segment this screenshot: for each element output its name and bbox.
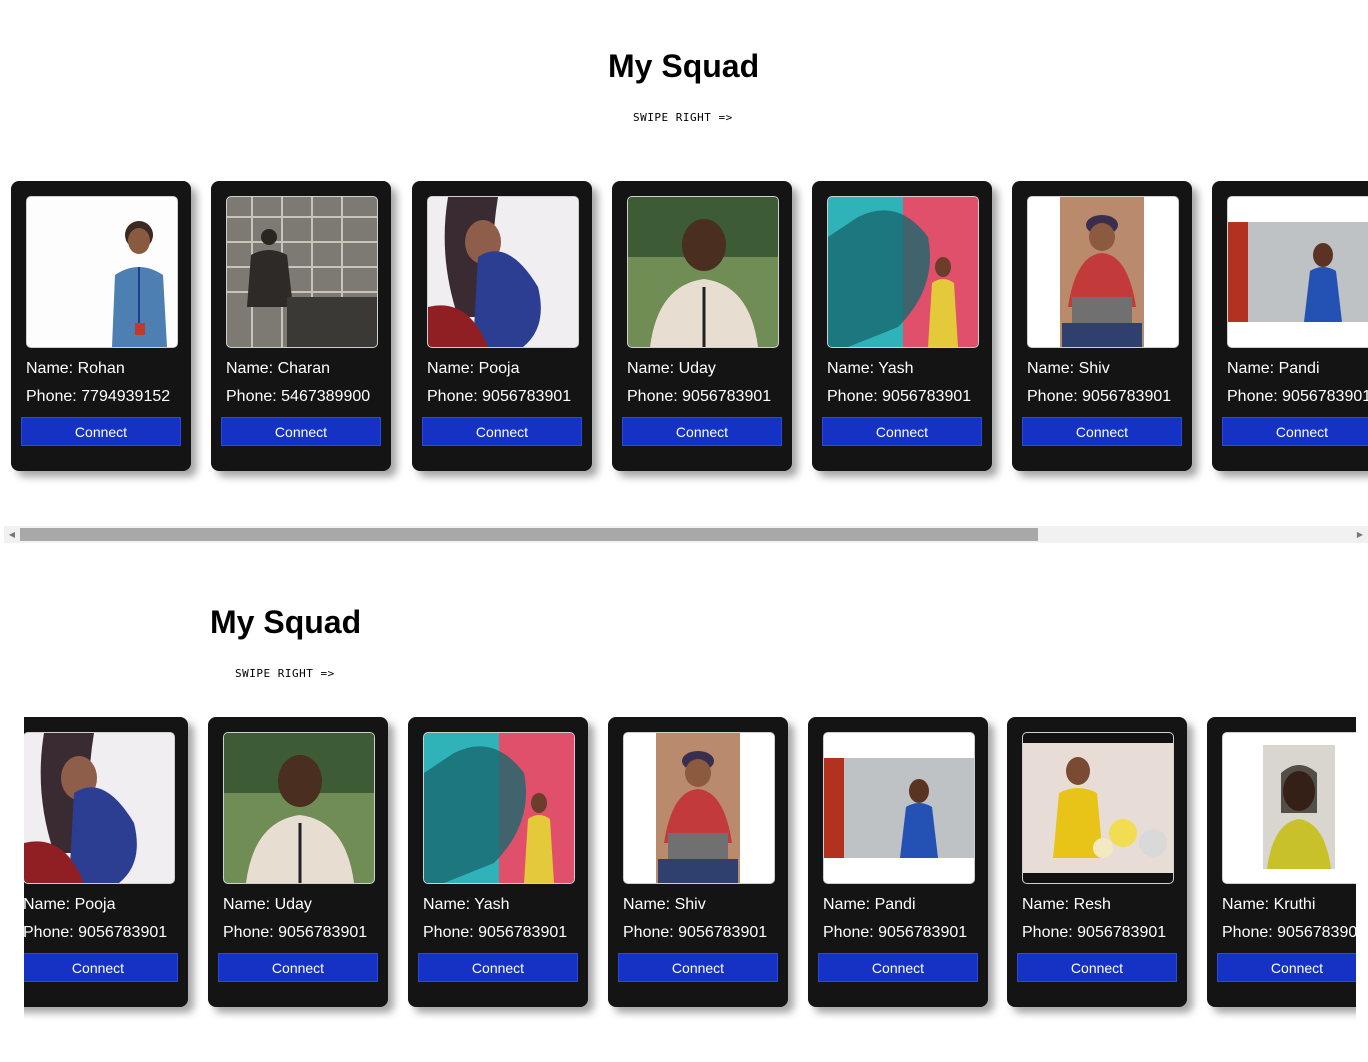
- profile-card: Name: Pooja Phone: 9056783901 Connect: [24, 717, 188, 1007]
- card-name: Name: Shiv: [623, 896, 706, 913]
- card-phone: Phone: 9056783901: [823, 924, 968, 941]
- card-name: Name: Charan: [226, 360, 331, 377]
- card-name: Name: Resh: [1022, 896, 1111, 913]
- profile-photo: [1227, 196, 1368, 348]
- scroll-left-icon[interactable]: ◀: [4, 526, 20, 543]
- card-name: Name: Kruthi: [1222, 896, 1316, 913]
- card-phone: Phone: 9056783901: [427, 388, 572, 405]
- connect-button[interactable]: Connect: [618, 953, 778, 982]
- connect-button[interactable]: Connect: [218, 953, 378, 982]
- card-carousel[interactable]: Name: Rohan Phone: 7794939152 Connect Na…: [0, 181, 1368, 491]
- profile-card: Name: Rohan Phone: 7794939152 Connect: [11, 181, 191, 471]
- profile-card: Name: Pandi Phone: 9056783901 Connect: [1212, 181, 1368, 471]
- swipe-hint: SWIPE RIGHT =>: [633, 111, 733, 124]
- profile-photo: [1222, 732, 1356, 884]
- profile-photo: [823, 732, 975, 884]
- card-name: Name: Rohan: [26, 360, 125, 377]
- profile-card: Name: Resh Phone: 9056783901 Connect: [1007, 717, 1187, 1007]
- profile-photo: [427, 196, 579, 348]
- card-carousel[interactable]: Name: Pooja Phone: 9056783901 Connect Na…: [24, 717, 1356, 1027]
- profile-card: Name: Pandi Phone: 9056783901 Connect: [808, 717, 988, 1007]
- card-name: Name: Yash: [423, 896, 510, 913]
- profile-photo: [1022, 732, 1174, 884]
- card-phone: Phone: 9056783901: [627, 388, 772, 405]
- card-name: Name: Yash: [827, 360, 914, 377]
- profile-card: Name: Uday Phone: 9056783901 Connect: [612, 181, 792, 471]
- profile-photo: [623, 732, 775, 884]
- profile-card: Name: Shiv Phone: 9056783901 Connect: [608, 717, 788, 1007]
- horizontal-scrollbar[interactable]: ◀ ▶: [4, 526, 1368, 543]
- connect-button[interactable]: Connect: [818, 953, 978, 982]
- connect-button[interactable]: Connect: [422, 417, 582, 446]
- profile-card: Name: Yash Phone: 9056783901 Connect: [408, 717, 588, 1007]
- card-phone: Phone: 9056783901: [24, 924, 168, 941]
- connect-button[interactable]: Connect: [822, 417, 982, 446]
- card-name: Name: Uday: [627, 360, 716, 377]
- profile-photo: [423, 732, 575, 884]
- profile-card: Name: Shiv Phone: 9056783901 Connect: [1012, 181, 1192, 471]
- card-phone: Phone: 9056783901: [1022, 924, 1167, 941]
- card-phone: Phone: 9056783901: [423, 924, 568, 941]
- card-phone: Phone: 9056783901: [623, 924, 768, 941]
- card-phone: Phone: 7794939152: [26, 388, 171, 405]
- card-name: Name: Pooja: [427, 360, 520, 377]
- card-name: Name: Uday: [223, 896, 312, 913]
- card-phone: Phone: 9056783901: [1227, 388, 1368, 405]
- connect-button[interactable]: Connect: [1017, 953, 1177, 982]
- connect-button[interactable]: Connect: [622, 417, 782, 446]
- card-phone: Phone: 9056783901: [1222, 924, 1356, 941]
- profile-photo: [226, 196, 378, 348]
- profile-card: Name: Yash Phone: 9056783901 Connect: [812, 181, 992, 471]
- profile-photo: [827, 196, 979, 348]
- page-title: My Squad: [210, 604, 362, 640]
- card-phone: Phone: 9056783901: [827, 388, 972, 405]
- profile-card: Name: Kruthi Phone: 9056783901 Connect: [1207, 717, 1356, 1007]
- connect-button[interactable]: Connect: [1217, 953, 1356, 982]
- connect-button[interactable]: Connect: [221, 417, 381, 446]
- card-phone: Phone: 9056783901: [223, 924, 368, 941]
- connect-button[interactable]: Connect: [24, 953, 178, 982]
- swipe-hint: SWIPE RIGHT =>: [235, 667, 335, 680]
- card-name: Name: Pooja: [24, 896, 116, 913]
- card-name: Name: Shiv: [1027, 360, 1110, 377]
- connect-button[interactable]: Connect: [1022, 417, 1182, 446]
- connect-button[interactable]: Connect: [21, 417, 181, 446]
- profile-photo: [26, 196, 178, 348]
- connect-button[interactable]: Connect: [418, 953, 578, 982]
- card-name: Name: Pandi: [1227, 360, 1320, 377]
- profile-card: Name: Uday Phone: 9056783901 Connect: [208, 717, 388, 1007]
- card-name: Name: Pandi: [823, 896, 916, 913]
- profile-photo: [223, 732, 375, 884]
- card-phone: Phone: 9056783901: [1027, 388, 1172, 405]
- scroll-right-icon[interactable]: ▶: [1352, 526, 1368, 543]
- profile-photo: [627, 196, 779, 348]
- profile-photo: [1027, 196, 1179, 348]
- profile-card: Name: Pooja Phone: 9056783901 Connect: [412, 181, 592, 471]
- page-title: My Squad: [608, 48, 760, 84]
- profile-card: Name: Charan Phone: 5467389900 Connect: [211, 181, 391, 471]
- card-phone: Phone: 5467389900: [226, 388, 371, 405]
- profile-photo: [24, 732, 175, 884]
- scrollbar-thumb[interactable]: [20, 528, 1038, 541]
- connect-button[interactable]: Connect: [1222, 417, 1368, 446]
